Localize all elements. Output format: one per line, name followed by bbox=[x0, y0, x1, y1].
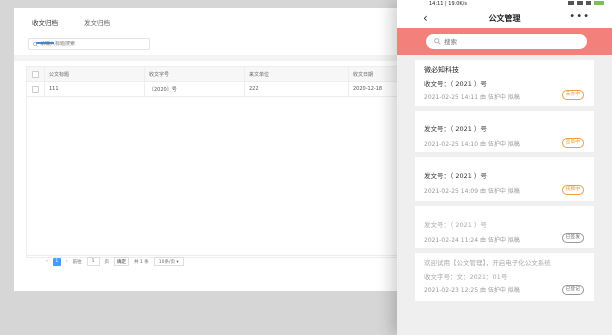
next-page-button[interactable]: › bbox=[66, 259, 68, 264]
search-icon bbox=[33, 41, 38, 47]
goto-label: 前往 bbox=[72, 259, 82, 265]
column-header-number[interactable]: 收文字号 bbox=[145, 67, 245, 81]
signal-icon bbox=[577, 1, 583, 5]
status-badge: 核稿中 bbox=[561, 185, 584, 195]
column-header-date[interactable]: 收文日期 bbox=[349, 67, 399, 81]
cell-date: 2020-12-18 bbox=[353, 86, 383, 92]
pagination: ‹ 1 › 前往 1 页 确定 共 1 条 10条/页 ▾ bbox=[26, 255, 398, 267]
more-options-icon[interactable]: ••• bbox=[569, 11, 590, 23]
page-unit-label: 页 bbox=[104, 259, 110, 265]
status-badge: 签章中 bbox=[561, 138, 584, 148]
cell-title: 111 bbox=[45, 82, 145, 96]
title-search-box[interactable] bbox=[28, 38, 150, 50]
column-header-unit[interactable]: 来文单位 bbox=[245, 67, 349, 81]
status-badge: 已签发 bbox=[561, 233, 584, 243]
doc-number: 发文号：（ 2021 ）号 bbox=[424, 221, 487, 229]
table-row[interactable]: 111 〔2020〕号 222 2020-12-18 bbox=[27, 82, 399, 97]
confirm-goto-button[interactable]: 确定 bbox=[114, 257, 129, 266]
list-item[interactable]: 发文号：（ 2021 ）号 2021-02-25 14:09 由 伍护中 拟稿 … bbox=[415, 157, 594, 201]
doc-number: 收文字号：文：2021：01号 bbox=[424, 273, 508, 281]
column-header-title[interactable]: 公文标题 bbox=[45, 67, 145, 81]
cell-unit: 222 bbox=[245, 82, 349, 96]
archive-tabs: 收文归档 发文归档 bbox=[32, 16, 136, 44]
wifi-icon bbox=[586, 1, 591, 5]
list-item[interactable]: 发文号：（ 2021 ）号 2021-02-25 14:10 由 伍护中 拟稿 … bbox=[415, 111, 594, 152]
table-header: 公文标题 收文字号 来文单位 收文日期 bbox=[27, 67, 399, 82]
page-title: 公文管理 bbox=[488, 13, 521, 23]
doc-number: 发文号：（ 2021 ）号 bbox=[424, 125, 487, 133]
prev-page-button[interactable]: ‹ bbox=[46, 259, 48, 264]
mobile-search-input[interactable] bbox=[444, 37, 574, 46]
doc-title: 欢迎试用【公文管理】，开启电子化公文系统 bbox=[424, 259, 551, 267]
desktop-archive-panel: 收文归档 发文归档 公文标题 收文字号 来文单位 收文日期 111 〔2020〕… bbox=[14, 8, 400, 291]
battery-icon bbox=[594, 1, 604, 5]
search-icon bbox=[434, 38, 441, 45]
mobile-search-box[interactable] bbox=[426, 34, 587, 49]
tab-outgoing-archive[interactable]: 发文归档 bbox=[84, 16, 110, 38]
page-number-current[interactable]: 1 bbox=[52, 257, 61, 266]
mobile-screen: 14:11 | 19.0K/s ‹ 公文管理 ••• 微必知科技 收文号：（ 2… bbox=[397, 0, 612, 335]
signal-icon bbox=[568, 1, 574, 5]
cell-number: 〔2020〕号 bbox=[145, 82, 245, 96]
search-band bbox=[397, 28, 612, 55]
page-size-select[interactable]: 10条/页 ▾ bbox=[153, 257, 184, 266]
select-all-checkbox[interactable] bbox=[32, 70, 39, 78]
archive-table: 公文标题 收文字号 来文单位 收文日期 111 〔2020〕号 222 2020… bbox=[26, 66, 400, 258]
goto-page-input[interactable]: 1 bbox=[86, 257, 100, 266]
list-item[interactable]: 微必知科技 收文号：（ 2021 ）号 2021-02-25 14:11 由 伍… bbox=[415, 60, 594, 106]
row-checkbox[interactable] bbox=[32, 85, 39, 93]
list-item[interactable]: 欢迎试用【公文管理】，开启电子化公文系统 收文字号：文：2021：01号 202… bbox=[415, 253, 594, 301]
doc-number: 发文号：（ 2021 ）号 bbox=[424, 172, 487, 180]
back-icon[interactable]: ‹ bbox=[423, 12, 428, 24]
title-search-input[interactable] bbox=[40, 41, 140, 47]
list-item[interactable]: 发文号：（ 2021 ）号 2021-02-24 11:24 由 伍护中 拟稿 … bbox=[415, 206, 594, 248]
doc-number: 收文号：（ 2021 ）号 bbox=[424, 80, 487, 88]
status-badge: 未办中 bbox=[561, 90, 584, 100]
status-bar: 14:11 | 19.0K/s bbox=[397, 0, 612, 8]
tab-incoming-archive[interactable]: 收文归档 bbox=[32, 16, 58, 44]
section-divider bbox=[14, 55, 398, 61]
status-time: 14:11 | 19.0K/s bbox=[429, 1, 467, 7]
status-badge: 已登记 bbox=[561, 285, 584, 295]
document-list: 微必知科技 收文号：（ 2021 ）号 2021-02-25 14:11 由 伍… bbox=[415, 60, 594, 306]
status-icons bbox=[565, 1, 604, 5]
nav-bar: ‹ 公文管理 ••• bbox=[397, 8, 612, 28]
total-count: 共 1 条 bbox=[134, 259, 149, 265]
doc-title: 微必知科技 bbox=[424, 66, 459, 74]
